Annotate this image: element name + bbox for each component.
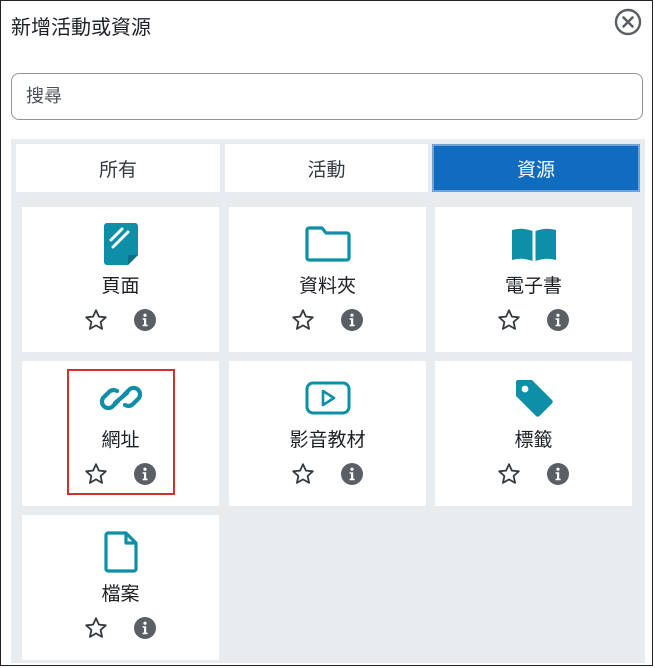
tab-activities[interactable]: 活動 bbox=[225, 144, 428, 192]
star-icon[interactable] bbox=[291, 462, 315, 486]
info-icon[interactable] bbox=[134, 463, 156, 485]
star-icon[interactable] bbox=[84, 462, 108, 486]
module-name: 資料夾 bbox=[298, 275, 356, 297]
module-card-file[interactable]: 檔案 bbox=[22, 515, 219, 660]
video-icon bbox=[229, 377, 426, 419]
module-card-url[interactable]: 網址 bbox=[22, 361, 219, 506]
star-icon[interactable] bbox=[497, 308, 521, 332]
module-name: 標籤 bbox=[514, 429, 553, 451]
page-icon bbox=[22, 223, 219, 265]
tag-icon bbox=[435, 377, 632, 419]
module-card-page[interactable]: 頁面 bbox=[22, 207, 219, 352]
info-icon[interactable] bbox=[341, 309, 363, 331]
link-icon bbox=[22, 377, 219, 419]
module-name: 檔案 bbox=[101, 583, 140, 605]
info-icon[interactable] bbox=[547, 309, 569, 331]
module-name: 影音教材 bbox=[289, 429, 366, 451]
book-icon bbox=[435, 223, 632, 265]
file-icon bbox=[22, 531, 219, 573]
module-card-book[interactable]: 電子書 bbox=[435, 207, 632, 352]
info-icon[interactable] bbox=[134, 309, 156, 331]
star-icon[interactable] bbox=[497, 462, 521, 486]
close-icon[interactable] bbox=[614, 8, 642, 36]
info-icon[interactable] bbox=[341, 463, 363, 485]
search-input[interactable] bbox=[11, 73, 643, 120]
tab-resources[interactable]: 資源 bbox=[432, 144, 640, 192]
module-name: 電子書 bbox=[504, 275, 562, 297]
module-card-folder[interactable]: 資料夾 bbox=[229, 207, 426, 352]
tab-bar: 所有 活動 資源 bbox=[16, 144, 640, 192]
star-icon[interactable] bbox=[291, 308, 315, 332]
star-icon[interactable] bbox=[84, 308, 108, 332]
tab-all[interactable]: 所有 bbox=[16, 144, 220, 192]
info-icon[interactable] bbox=[547, 463, 569, 485]
dialog-title: 新增活動或資源 bbox=[11, 15, 151, 39]
folder-icon bbox=[229, 223, 426, 265]
add-activity-dialog: 新增活動或資源 所有 活動 資源 頁面 bbox=[0, 0, 653, 666]
star-icon[interactable] bbox=[84, 616, 108, 640]
module-name: 頁面 bbox=[101, 275, 140, 297]
info-icon[interactable] bbox=[134, 617, 156, 639]
module-name: 網址 bbox=[101, 429, 140, 451]
module-card-video[interactable]: 影音教材 bbox=[229, 361, 426, 506]
module-card-label[interactable]: 標籤 bbox=[435, 361, 632, 506]
chooser-panel: 所有 活動 資源 頁面 資料夾 電子書 網址 影音教材 標籤 檔案 bbox=[11, 139, 645, 663]
